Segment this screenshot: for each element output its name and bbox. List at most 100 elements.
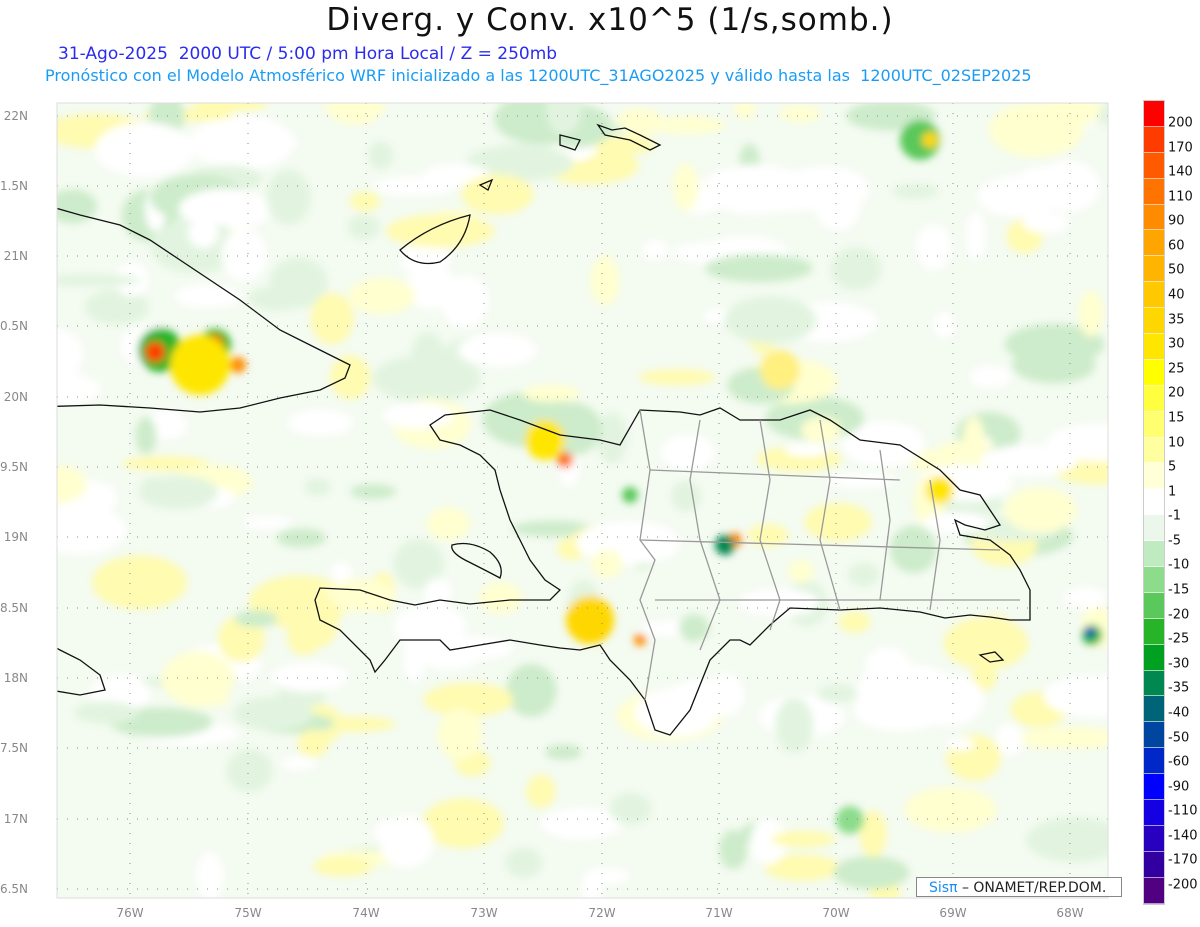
- field-patch: [199, 135, 299, 154]
- field-patch: [226, 749, 273, 793]
- field-patch: [57, 189, 97, 224]
- field-patch: [280, 756, 317, 771]
- field-patch: [505, 847, 543, 879]
- colorbar-swatch: [1144, 126, 1164, 153]
- field-patch: [1043, 103, 1101, 128]
- field-patch: [385, 214, 495, 248]
- field-patch: [724, 296, 817, 344]
- lat-tick-label: 7.5N: [0, 741, 28, 755]
- colorbar-label: -110: [1168, 803, 1198, 819]
- colorbar-label: 5: [1168, 459, 1177, 475]
- colorbar-label: -60: [1168, 754, 1190, 770]
- field-patch: [135, 416, 157, 455]
- lat-tick-label: 19N: [3, 530, 28, 544]
- colorbar-label: -140: [1168, 828, 1198, 844]
- field-patch: [670, 480, 702, 512]
- divergence-map: [56, 102, 1109, 899]
- field-patch: [270, 662, 348, 693]
- colorbar-label: 1: [1168, 484, 1177, 500]
- field-patch: [943, 617, 1029, 670]
- lat-tick-label: 6.5N: [0, 882, 28, 896]
- field-patch: [287, 409, 354, 436]
- field-patch: [349, 484, 397, 499]
- divergence-cell: [566, 596, 614, 644]
- colorbar-label: 140: [1168, 164, 1193, 180]
- colorbar-label: 35: [1168, 312, 1185, 328]
- lon-tick-label: 71W: [705, 906, 733, 920]
- field-patch: [461, 174, 534, 215]
- field-patch: [310, 292, 354, 345]
- field-patch: [1064, 586, 1107, 610]
- colorbar-swatch: [1144, 308, 1164, 335]
- field-patch: [329, 355, 371, 400]
- field-patch: [57, 329, 84, 379]
- lat-tick-label: 22N: [3, 109, 28, 123]
- divergence-cell: [1085, 627, 1095, 637]
- colorbar-swatch: [1144, 282, 1164, 309]
- colorbar-label: 15: [1168, 410, 1185, 426]
- field-patch: [526, 774, 556, 809]
- field-patch: [590, 549, 623, 579]
- field-patch: [255, 583, 287, 609]
- field-patch: [243, 516, 292, 529]
- field-patch: [393, 603, 466, 649]
- colorbar-label: -30: [1168, 656, 1190, 672]
- colorbar-label: 40: [1168, 287, 1185, 303]
- colorbar-label: 50: [1168, 262, 1185, 278]
- field-patch: [373, 176, 456, 197]
- lat-tick-label: 8.5N: [0, 601, 28, 615]
- field-patch: [540, 807, 622, 840]
- lon-tick-label: 76W: [116, 906, 144, 920]
- colorbar-swatch: [1144, 411, 1164, 438]
- lat-tick-label: 1.5N: [0, 179, 28, 193]
- divergence-cell: [634, 634, 646, 646]
- colorbar-swatch: [1144, 644, 1164, 671]
- field-patch: [704, 254, 813, 283]
- field-patch: [91, 555, 188, 610]
- field-patch: [661, 434, 715, 471]
- field-patch: [701, 164, 809, 215]
- field-patch: [57, 274, 142, 287]
- lat-tick-label: 18N: [3, 671, 28, 685]
- field-patch: [771, 830, 836, 848]
- colorbar-label: 200: [1168, 115, 1193, 131]
- colorbar-swatch: [1144, 359, 1164, 386]
- field-patch: [881, 667, 906, 708]
- lat-tick-label: 21N: [3, 249, 28, 263]
- colorbar-swatch: [1144, 385, 1164, 412]
- lat-tick-label: 17N: [3, 812, 28, 826]
- colorbar-swatch: [1144, 489, 1164, 516]
- field-patch: [642, 239, 668, 261]
- colorbar-label: -90: [1168, 779, 1190, 795]
- field-patch: [1043, 674, 1108, 718]
- field-patch: [804, 502, 872, 542]
- field-patch: [57, 373, 101, 405]
- field-patch: [437, 708, 483, 761]
- colorbar-swatch: [1144, 800, 1164, 826]
- colorbar-label: -50: [1168, 730, 1190, 746]
- colorbar-swatch: [1144, 774, 1164, 801]
- field-patch: [583, 867, 630, 885]
- field-patch: [817, 684, 858, 703]
- field-patch: [596, 412, 628, 464]
- field-patch: [946, 737, 975, 751]
- lat-tick-label: 20N: [3, 390, 28, 404]
- colorbar-label: -35: [1168, 680, 1190, 696]
- field-patch: [196, 851, 224, 898]
- field-patch: [847, 562, 880, 587]
- field-patch: [234, 610, 278, 628]
- field-patch: [276, 528, 327, 548]
- field-patch: [969, 365, 1012, 389]
- colorbar-label: 25: [1168, 361, 1185, 377]
- lon-tick-label: 69W: [939, 906, 967, 920]
- colorbar-swatch: [1144, 825, 1164, 852]
- field-patch: [1078, 290, 1104, 337]
- divergence-cell: [760, 350, 800, 390]
- lon-tick-label: 70W: [822, 906, 850, 920]
- lat-tick-label: 0.5N: [0, 319, 28, 333]
- field-patch: [138, 475, 219, 510]
- field-patch: [546, 103, 582, 135]
- colorbar-label: -5: [1168, 533, 1181, 549]
- colorbar-label: 170: [1168, 140, 1193, 156]
- lon-tick-label: 74W: [352, 906, 380, 920]
